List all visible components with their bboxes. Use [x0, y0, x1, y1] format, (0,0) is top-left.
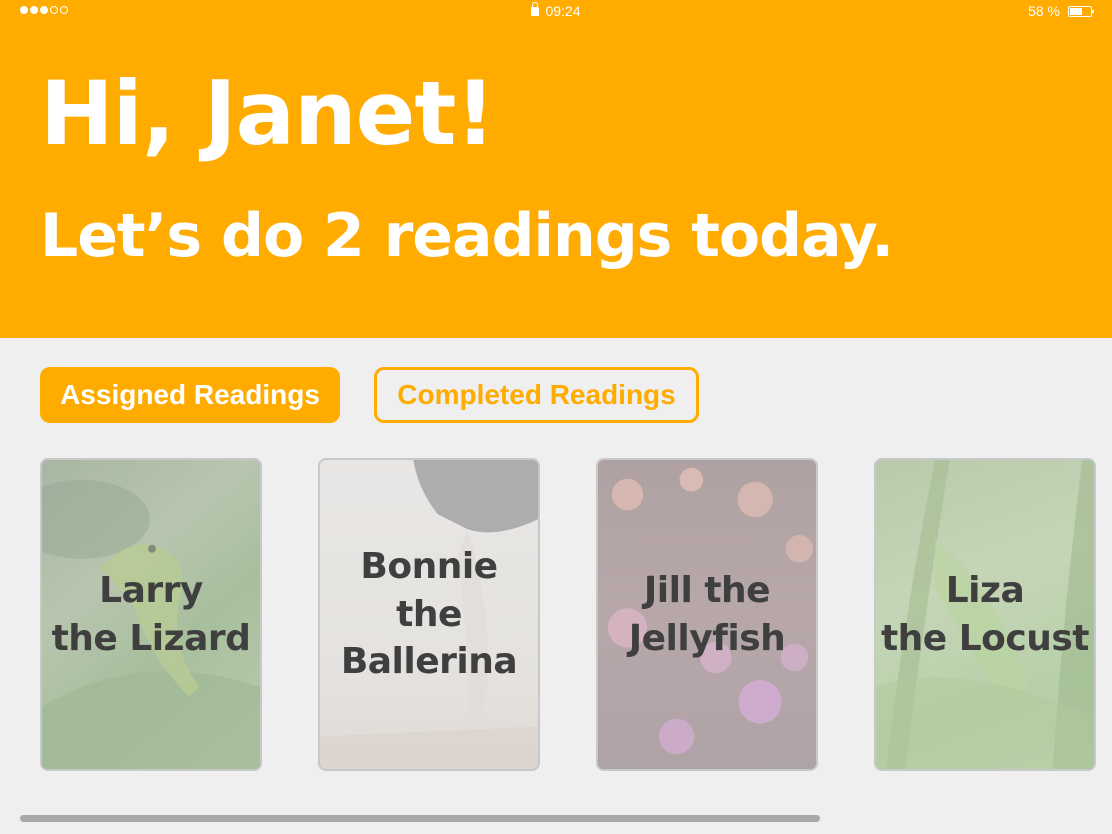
battery-icon — [1068, 5, 1094, 17]
greeting-title: Hi, Janet! — [40, 62, 496, 165]
horizontal-scrollbar[interactable] — [20, 815, 820, 822]
header-banner: 09:24 58 % Hi, Janet! Let’s do 2 reading… — [0, 0, 1112, 338]
readings-subtitle: Let’s do 2 readings today. — [40, 201, 894, 271]
reading-title: Larry the Lizard — [51, 569, 251, 659]
battery-percentage: 58 % — [1028, 3, 1060, 19]
reading-card-jill-the-jellyfish[interactable]: Jill the Jellyfish — [596, 458, 818, 771]
reading-title: Liza the Locust — [880, 569, 1090, 659]
tab-completed-readings[interactable]: Completed Readings — [374, 367, 699, 423]
reading-card-liza-the-locust[interactable]: Liza the Locust — [874, 458, 1096, 771]
reading-title: Bonnie the Ballerina — [340, 546, 518, 683]
lock-icon — [531, 2, 540, 16]
status-bar: 09:24 58 % — [0, 0, 1112, 22]
reading-card-bonnie-the-ballerina[interactable]: Bonnie the Ballerina — [318, 458, 540, 771]
battery-indicator: 58 % — [1028, 3, 1094, 19]
reading-title: Jill the Jellyfish — [628, 569, 786, 659]
status-time: 09:24 — [545, 3, 581, 19]
reading-card-larry-the-lizard[interactable]: Larry the Lizard — [40, 458, 262, 771]
clock: 09:24 — [0, 2, 1112, 19]
tab-assigned-readings[interactable]: Assigned Readings — [40, 367, 340, 423]
